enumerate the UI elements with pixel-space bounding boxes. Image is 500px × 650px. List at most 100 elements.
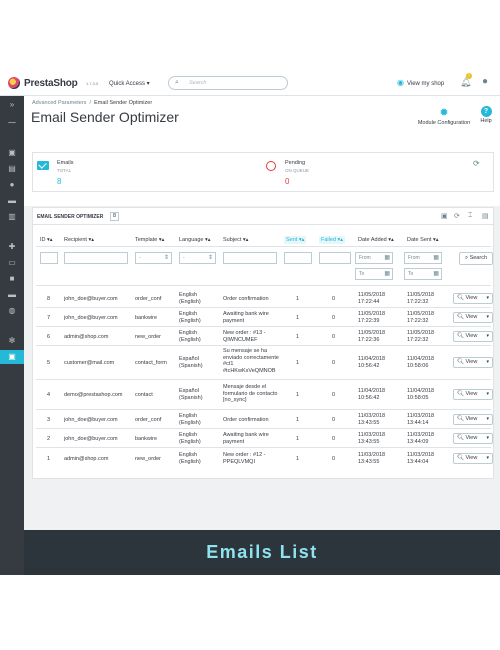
cell-recipient: admin@shop.com (64, 334, 109, 340)
advanced-icon[interactable]: ▣ (0, 350, 24, 364)
customers-icon[interactable]: ● (0, 178, 24, 192)
filter-sent[interactable] (284, 252, 312, 264)
modules-icon[interactable]: ✚ (0, 240, 24, 254)
breadcrumb-current: Email Sender Optimizer (94, 100, 153, 106)
cell-date-sent: 11/05/2018 17:22:32 (407, 292, 435, 305)
refresh-icon[interactable]: ⟳ (473, 159, 480, 168)
search-button[interactable]: ⌕ Search (459, 252, 493, 265)
clock-icon (266, 161, 276, 171)
cell-failed: 0 (332, 296, 336, 302)
notification-badge: 7 (466, 73, 472, 79)
database-icon[interactable]: ▤ (482, 212, 489, 220)
filter-template-select[interactable]: - ⇕ (135, 252, 172, 264)
international-icon[interactable]: ◍ (0, 304, 24, 318)
quick-access-menu[interactable]: Quick Access ▾ (109, 80, 150, 87)
cell-failed: 0 (332, 334, 336, 340)
filter-date-sent-from[interactable]: From ▦ (404, 252, 442, 264)
col-language[interactable]: Language ▾▴ (179, 237, 211, 243)
from-placeholder: From (408, 255, 420, 261)
caret-down-icon[interactable]: ▾ (486, 415, 489, 424)
collapse-icon[interactable]: » (0, 98, 24, 112)
caret-down-icon[interactable]: ▾ (486, 358, 489, 367)
dashboard-icon[interactable]: ⁓ (0, 116, 24, 130)
col-sent[interactable]: Sent ▾▴ (284, 236, 307, 244)
app-frame: PrestaShop 1.7.3.0 Quick Access ▾ ⌕ Sear… (0, 70, 500, 575)
filter-failed[interactable] (319, 252, 351, 264)
cell-sent: 1 (296, 360, 300, 366)
cell-date-added: 11/04/2018 10:56:42 (358, 356, 386, 369)
cell-sent: 1 (296, 417, 300, 423)
view-label: View (465, 416, 478, 422)
caret-down-icon[interactable]: ▾ (486, 332, 489, 341)
module-configuration-button[interactable]: ✹ Module Configuration (414, 106, 474, 126)
cell-id: 6 (47, 334, 51, 340)
cell-recipient: demo@prestashop.com (64, 392, 123, 398)
design-icon[interactable]: ▭ (0, 256, 24, 270)
col-template[interactable]: Template ▾▴ (135, 237, 164, 243)
view-button[interactable]: 🔍︎ View ▾ (453, 312, 493, 323)
cell-failed: 0 (332, 315, 336, 321)
caret-down-icon[interactable]: ▾ (486, 313, 489, 322)
caret-down-icon[interactable]: ▾ (486, 390, 489, 399)
sql-query-icon[interactable]: ⌶ (468, 212, 472, 220)
user-account-icon[interactable]: ● (482, 76, 488, 87)
view-button[interactable]: 🔍︎ View ▾ (453, 357, 493, 368)
view-button[interactable]: 🔍︎ View ▾ (453, 331, 493, 342)
filter-subject[interactable] (223, 252, 277, 264)
to-placeholder: To (408, 271, 414, 277)
filter-date-added-to[interactable]: To ▦ (355, 268, 393, 280)
cell-template: contact (135, 392, 153, 398)
prestashop-logo-icon[interactable] (8, 77, 20, 89)
messages-icon[interactable]: ▬ (0, 194, 24, 208)
col-recipient[interactable]: Recipient ▾▴ (64, 237, 94, 243)
cell-id: 7 (47, 315, 51, 321)
col-subject[interactable]: Subject ▾▴ (223, 237, 248, 243)
brand-name[interactable]: PrestaShop (24, 78, 78, 89)
kpi-pending-value: 0 (285, 177, 290, 186)
search-field[interactable]: ⌕ Search (168, 76, 288, 90)
col-date-sent[interactable]: Date Sent ▾▴ (407, 237, 439, 243)
payment-icon[interactable]: ▬ (0, 288, 24, 302)
cell-date-sent: 11/04/2018 10:58:06 (407, 356, 435, 369)
view-button[interactable]: 🔍︎ View ▾ (453, 293, 493, 304)
caret-down-icon[interactable]: ▾ (486, 434, 489, 443)
refresh-list-icon[interactable]: ⟳ (454, 212, 460, 220)
filter-id[interactable] (40, 252, 58, 264)
cell-id: 4 (47, 392, 51, 398)
search-icon: ⌕ (175, 79, 179, 86)
filter-language-select[interactable]: - ⇕ (179, 252, 216, 264)
cell-recipient: customer@mail.com (64, 360, 115, 366)
cell-date-added: 11/04/2018 10:56:42 (358, 388, 386, 401)
catalog-icon[interactable]: ▤ (0, 162, 24, 176)
settings-icon[interactable]: ✻ (0, 334, 24, 348)
filter-recipient[interactable] (64, 252, 128, 264)
cell-date-added: 11/05/2018 17:22:44 (358, 292, 386, 305)
breadcrumb-parent[interactable]: Advanced Parameters (32, 100, 86, 106)
caret-down-icon[interactable]: ▾ (486, 454, 489, 463)
kpi-emails-label: Emails (57, 160, 74, 166)
cell-language: English (English) (179, 432, 201, 445)
filter-date-sent-to[interactable]: To ▦ (404, 268, 442, 280)
col-date-added[interactable]: Date Added ▾▴ (358, 237, 394, 243)
help-button[interactable]: ? Help (476, 106, 496, 124)
col-failed[interactable]: Failed ▾▴ (319, 236, 346, 244)
view-button[interactable]: 🔍︎ View ▾ (453, 453, 493, 464)
shipping-icon[interactable]: ■ (0, 272, 24, 286)
col-id[interactable]: ID ▾▴ (40, 237, 53, 243)
caret-down-icon[interactable]: ▾ (486, 294, 489, 303)
export-icon[interactable]: ▣ (441, 212, 448, 220)
stats-icon[interactable]: ▥ (0, 210, 24, 224)
view-button[interactable]: 🔍︎ View ▾ (453, 414, 493, 425)
view-shop-link[interactable]: ◉ View my shop (397, 78, 444, 87)
view-button[interactable]: 🔍︎ View ▾ (453, 433, 493, 444)
cell-language: Español (Spanish) (179, 356, 203, 369)
orders-icon[interactable]: ▣ (0, 146, 24, 160)
kpi-pending-sub: ON QUEUE (285, 168, 310, 173)
filter-template-value: - (139, 255, 141, 261)
row-divider (36, 447, 491, 448)
search-button-label: Search (469, 255, 488, 261)
cell-template: new_order (135, 334, 161, 340)
filter-date-added-from[interactable]: From ▦ (355, 252, 393, 264)
view-button[interactable]: 🔍︎ View ▾ (453, 389, 493, 400)
cell-language: English (English) (179, 413, 201, 426)
